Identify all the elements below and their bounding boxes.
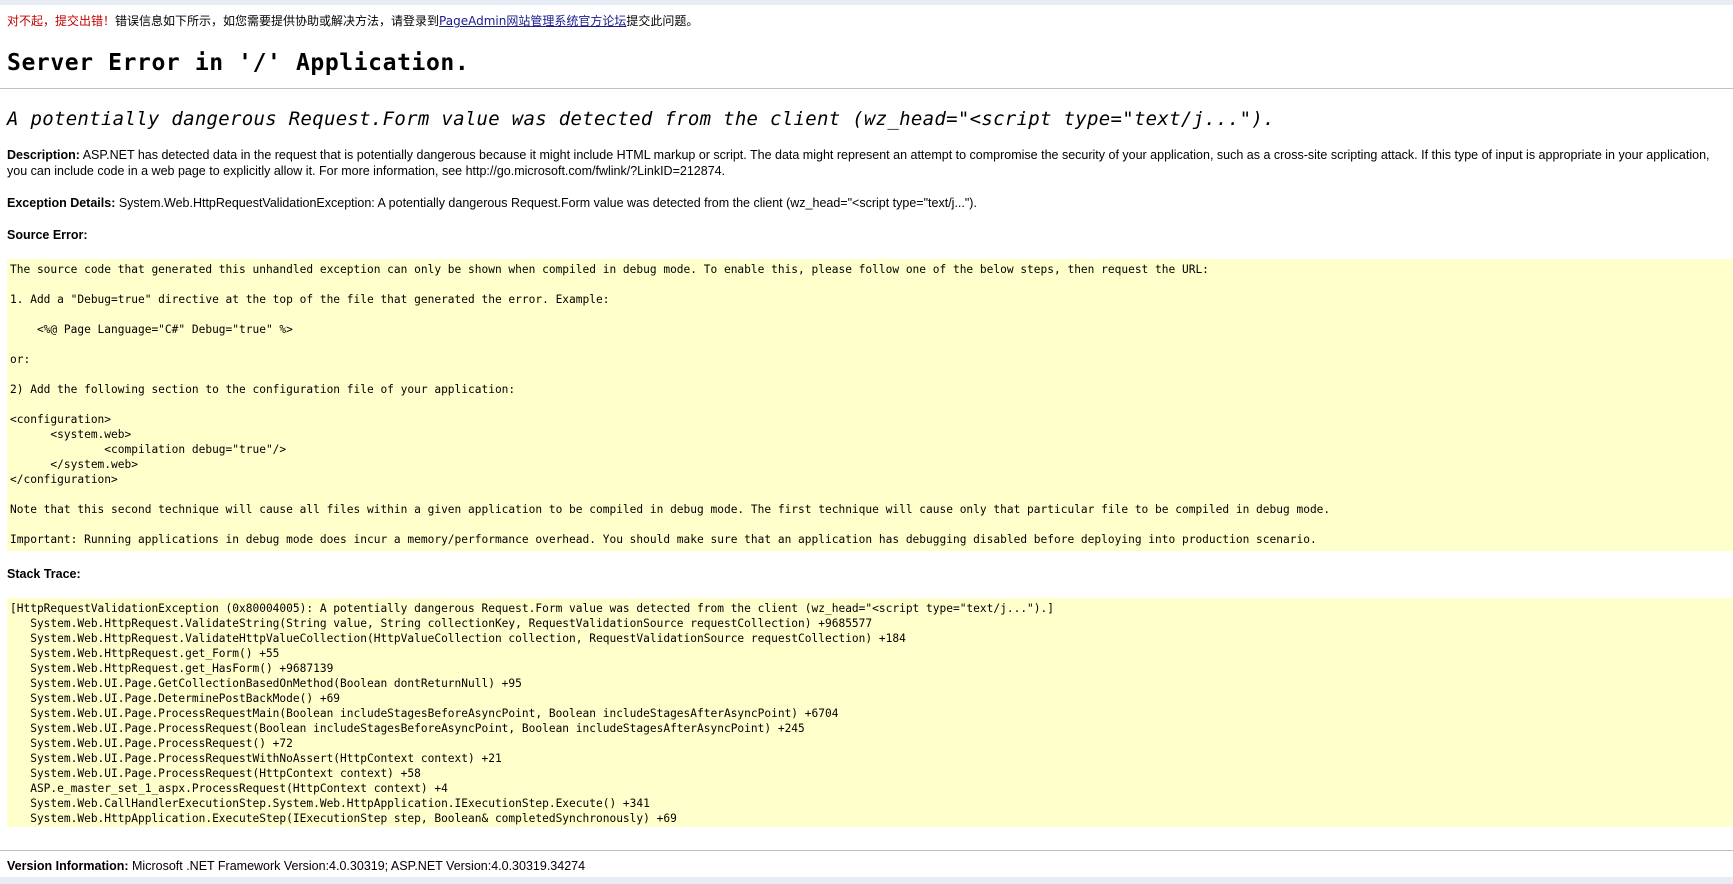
exception-text: System.Web.HttpRequestValidationExceptio… [115,196,977,210]
stack-trace-line: System.Web.UI.Page.ProcessRequest(HttpCo… [10,767,421,780]
stack-trace-line: System.Web.UI.Page.ProcessRequestMain(Bo… [10,707,839,720]
title-divider [0,88,1733,89]
source-code-line: The source code that generated this unha… [10,263,1209,276]
source-error-heading: Source Error: [7,228,88,242]
stack-trace-code: [HttpRequestValidationException (0x80004… [7,598,1733,827]
source-code-line [10,397,1733,412]
source-code-line: <compilation debug="true"/> [10,443,287,456]
stack-trace-heading: Stack Trace: [7,567,81,581]
version-information: Version Information: Microsoft .NET Fram… [7,858,1729,874]
error-subtitle: A potentially dangerous Request.Form val… [7,108,1275,130]
source-code-line: 1. Add a "Debug=true" directive at the t… [10,293,610,306]
notice-text: 错误信息如下所示，如您需要提供协助或解决方法，请登录到 [115,14,440,28]
error-notice: 对不起，提交出错！错误信息如下所示，如您需要提供协助或解决方法，请登录到Page… [7,13,1733,29]
description-text: ASP.NET has detected data in the request… [7,148,1710,178]
stack-trace-line: System.Web.HttpRequest.ValidateHttpValue… [10,632,906,645]
source-code-line: Note that this second technique will cau… [10,503,1331,516]
source-code-line: </configuration> [10,473,118,486]
source-code-line: 2) Add the following section to the conf… [10,383,516,396]
source-code-line [10,277,1733,292]
stack-trace-line: System.Web.HttpApplication.ExecuteStep(I… [10,812,677,825]
notice-sorry-text: 对不起，提交出错！ [7,14,116,28]
top-border [0,0,1733,5]
stack-trace-line: System.Web.HttpRequest.ValidateString(St… [10,617,873,630]
stack-trace-line: System.Web.UI.Page.DeterminePostBackMode… [10,692,341,705]
stack-trace-line: System.Web.UI.Page.GetCollectionBasedOnM… [10,677,522,690]
stack-trace-line: System.Web.UI.Page.ProcessRequest() +72 [10,737,293,750]
notice-suffix: 提交此问题。 [626,14,699,28]
source-code-line [10,487,1733,502]
source-code-line: <%@ Page Language="C#" Debug="true" %> [10,323,293,336]
source-code-line [10,307,1733,322]
stack-trace-line: System.Web.CallHandlerExecutionStep.Syst… [10,797,650,810]
bottom-border [0,877,1733,884]
source-code-line [10,517,1733,532]
stack-trace-line: System.Web.HttpRequest.get_HasForm() +96… [10,662,334,675]
source-code-line: <system.web> [10,428,132,441]
version-label: Version Information: [7,859,129,873]
source-code-line: <configuration> [10,413,112,426]
description-label: Description: [7,148,80,162]
stack-trace-line: [HttpRequestValidationException (0x80004… [10,602,1054,615]
stack-trace-line: System.Web.UI.Page.ProcessRequest(Boolea… [10,722,805,735]
error-page: 对不起，提交出错！错误信息如下所示，如您需要提供协助或解决方法，请登录到Page… [7,13,1733,77]
version-divider [0,850,1733,851]
exception-label: Exception Details: [7,196,116,210]
source-code-line: </system.web> [10,458,138,471]
source-code-line [10,337,1733,352]
version-text: Microsoft .NET Framework Version:4.0.303… [128,859,586,873]
exception-details: Exception Details: System.Web.HttpReques… [7,195,1729,211]
source-error-code: The source code that generated this unha… [7,259,1733,551]
source-code-line: Important: Running applications in debug… [10,533,1317,546]
description: Description: ASP.NET has detected data i… [7,147,1729,179]
page-title: Server Error in '/' Application. [7,50,470,76]
stack-trace-line: System.Web.UI.Page.ProcessRequestWithNoA… [10,752,502,765]
forum-link[interactable]: PageAdmin网站管理系统官方论坛 [439,14,626,28]
source-code-line [10,367,1733,382]
stack-trace-line: System.Web.HttpRequest.get_Form() +55 [10,647,280,660]
source-code-line: or: [10,353,31,366]
stack-trace-line: ASP.e_master_set_1_aspx.ProcessRequest(H… [10,782,448,795]
